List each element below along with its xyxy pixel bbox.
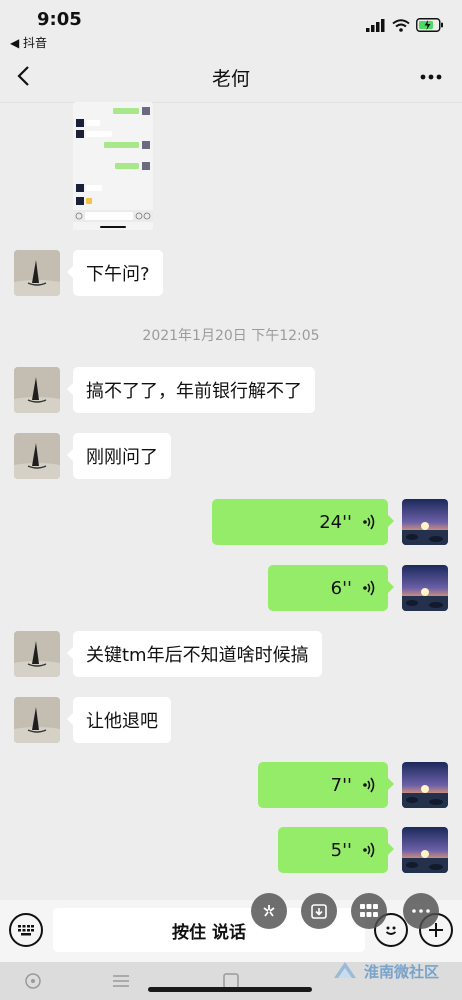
voice-wave-icon (363, 514, 375, 530)
chat-title: 老何 (211, 68, 250, 90)
chat-header: 老何 (0, 52, 462, 103)
keyboard-icon (18, 925, 34, 936)
floating-action-button[interactable] (351, 893, 387, 929)
back-to-app-link[interactable]: ◀ 抖音 (10, 34, 47, 51)
my-avatar[interactable] (402, 499, 448, 545)
contact-avatar[interactable] (14, 367, 60, 413)
outgoing-voice-message[interactable]: 5'' (278, 827, 394, 873)
watermark-text: 淮南微社区 (364, 962, 440, 981)
voice-duration: 7'' (330, 774, 352, 796)
more-icon (412, 909, 430, 913)
status-icons (366, 18, 444, 32)
voice-duration: 5'' (330, 839, 352, 861)
wifi-icon (392, 18, 410, 32)
incoming-message-bubble[interactable]: 下午问? (67, 250, 163, 296)
download-icon (311, 904, 327, 919)
contact-avatar[interactable] (14, 433, 60, 479)
menu-nav-icon[interactable] (112, 973, 130, 989)
floating-action-button[interactable] (403, 893, 439, 929)
voice-wave-icon (363, 842, 375, 858)
circle-nav-icon[interactable] (24, 972, 42, 990)
outgoing-voice-message[interactable]: 24'' (212, 499, 394, 545)
incoming-message-bubble[interactable]: 让他退吧 (67, 697, 171, 743)
signal-icon (366, 18, 385, 32)
grid-icon (360, 904, 378, 917)
incoming-message-bubble[interactable]: 刚刚问了 (67, 433, 171, 479)
contact-avatar[interactable] (14, 250, 60, 296)
outgoing-voice-message[interactable]: 6'' (268, 565, 394, 611)
more-options-icon[interactable] (420, 74, 442, 80)
voice-duration: 24'' (319, 511, 352, 533)
shared-screenshot-image[interactable] (73, 102, 153, 230)
battery-charging-icon (416, 18, 443, 32)
floating-action-button[interactable] (301, 893, 337, 929)
voice-wave-icon (363, 580, 375, 596)
home-indicator[interactable] (148, 987, 312, 992)
watermark-logo-icon (334, 962, 356, 978)
voice-duration: 6'' (330, 577, 352, 599)
outgoing-voice-message[interactable]: 7'' (258, 762, 394, 808)
emoji-icon (385, 926, 397, 935)
floating-action-button[interactable] (251, 893, 287, 929)
my-avatar[interactable] (402, 565, 448, 611)
voice-wave-icon (363, 777, 375, 793)
sparkle-icon (263, 905, 275, 917)
incoming-message-bubble[interactable]: 搞不了了，年前银行解不了 (67, 367, 315, 413)
my-avatar[interactable] (402, 762, 448, 808)
contact-avatar[interactable] (14, 697, 60, 743)
watermark: 淮南微社区 (332, 960, 439, 982)
contact-avatar[interactable] (14, 631, 60, 677)
keyboard-toggle-button[interactable] (9, 913, 43, 947)
chat-timestamp: 2021年1月20日 下午12:05 (142, 328, 320, 344)
incoming-message-bubble[interactable]: 关键tm年后不知道啥时候搞 (67, 631, 322, 677)
status-time: 9:05 (37, 9, 82, 30)
status-bar: 9:05 ◀ 抖音 (0, 0, 462, 52)
my-avatar[interactable] (402, 827, 448, 873)
